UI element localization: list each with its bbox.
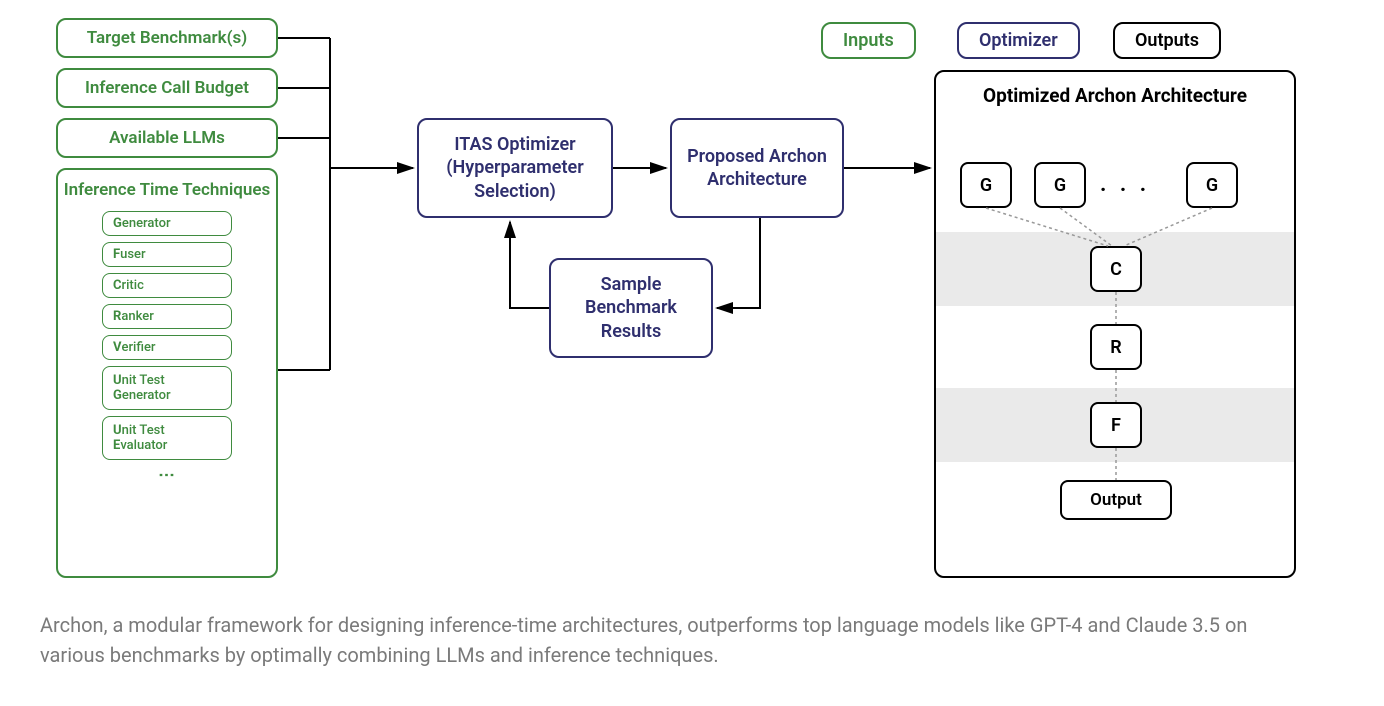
arch-node-g3: G <box>1186 162 1238 208</box>
legend-inputs: Inputs <box>821 22 916 59</box>
sample-benchmark-box: Sample Benchmark Results <box>549 258 713 358</box>
technique-unit-test-evaluator: Unit TestEvaluator <box>102 416 232 460</box>
arch-node-r: R <box>1090 324 1142 370</box>
technique-unit-test-generator: Unit TestGenerator <box>102 366 232 410</box>
technique-fuser: Fuser <box>102 242 232 267</box>
technique-generator: Generator <box>102 211 232 236</box>
arch-node-f: F <box>1090 402 1142 448</box>
technique-verifier: Verifier <box>102 335 232 360</box>
input-techniques-container: Inference Time Techniques Generator Fuse… <box>56 168 278 578</box>
legend-outputs: Outputs <box>1113 22 1221 59</box>
diagram-caption: Archon, a modular framework for designin… <box>40 610 1300 670</box>
itas-optimizer-box: ITAS Optimizer (Hyperparameter Selection… <box>417 118 613 218</box>
arch-node-g2: G <box>1034 162 1086 208</box>
input-target-benchmarks: Target Benchmark(s) <box>56 18 278 58</box>
optimized-architecture-title: Optimized Archon Architecture <box>936 84 1294 109</box>
arch-node-g1: G <box>960 162 1012 208</box>
input-inference-budget: Inference Call Budget <box>56 68 278 108</box>
arch-node-c: C <box>1090 246 1142 292</box>
arch-node-output: Output <box>1060 480 1172 520</box>
techniques-title: Inference Time Techniques <box>64 180 270 200</box>
technique-ranker: Ranker <box>102 304 232 329</box>
techniques-ellipsis-icon: ⋮ <box>158 467 177 485</box>
input-available-llms: Available LLMs <box>56 118 278 158</box>
technique-critic: Critic <box>102 273 232 298</box>
arch-dots: . . . <box>1100 172 1150 197</box>
legend-optimizer: Optimizer <box>957 22 1080 59</box>
proposed-architecture-box: Proposed Archon Architecture <box>670 118 844 218</box>
